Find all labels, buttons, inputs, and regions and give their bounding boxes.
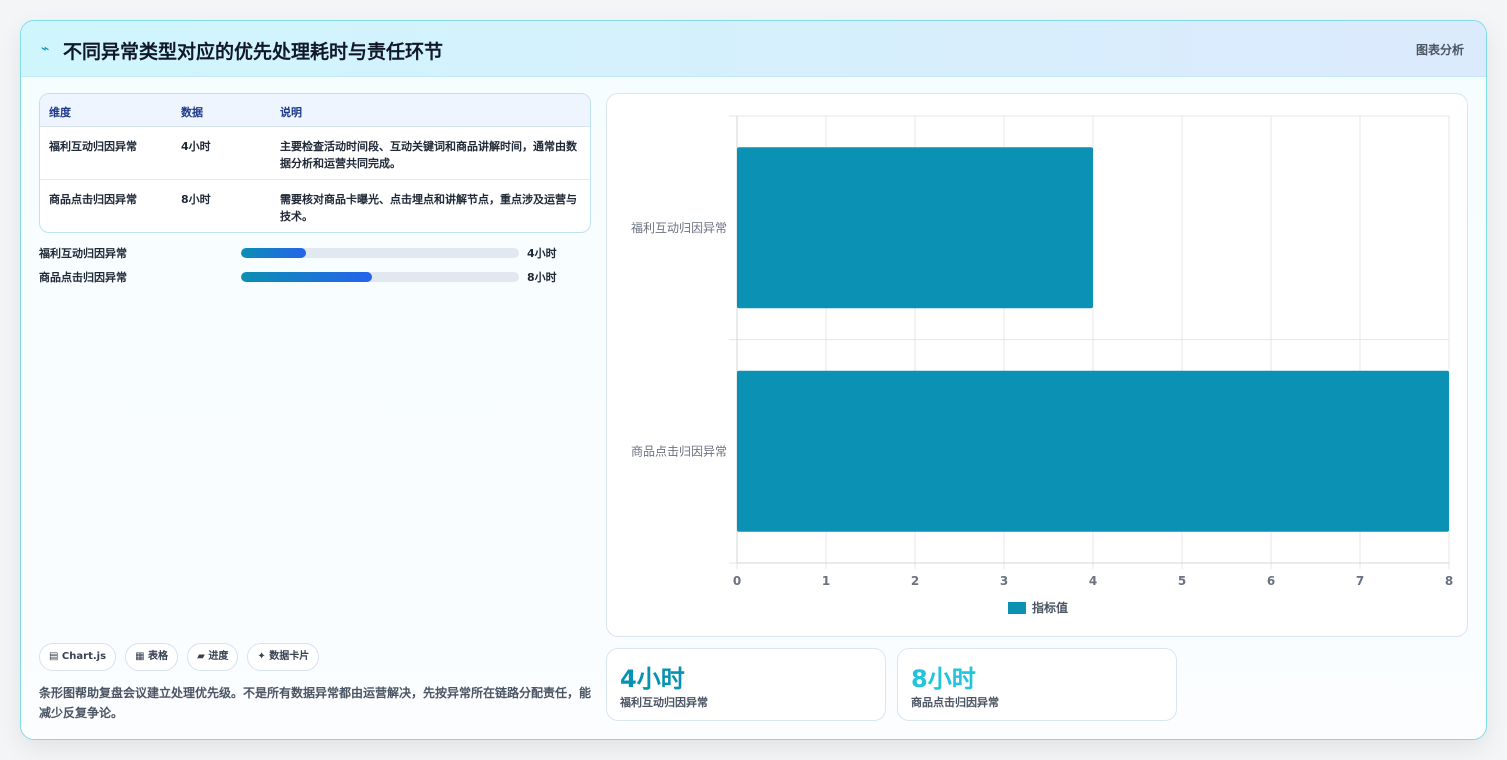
table-row: 商品点击归因异常 8小时 需要核对商品卡曝光、点击埋点和讲解节点，重点涉及运营与… — [40, 180, 590, 232]
summary-note: 条形图帮助复盘会议建立处理优先级。不是所有数据异常都由运营解决，先按异常所在链路… — [39, 686, 592, 720]
progress-label: 福利互动归因异常 — [39, 247, 127, 260]
table-header: 维度 数据 说明 — [40, 94, 590, 127]
chart-trend-icon: ⌁ — [41, 41, 50, 57]
table-cell-dimension: 福利互动归因异常 — [49, 140, 137, 153]
progress-fill — [241, 248, 307, 258]
y-tick-label: 商品点击归因异常 — [631, 443, 727, 458]
progress-row: 商品点击归因异常 8小时 — [39, 268, 569, 284]
y-tick-label: 福利互动归因异常 — [631, 220, 727, 235]
feature-chips: ▤ Chart.js ▦ 表格 ▰ 进度 ✦ 数据卡片 — [39, 643, 323, 671]
progress-track — [241, 272, 519, 282]
kpi-card: 4小时 福利互动归因异常 — [606, 648, 886, 721]
bar-chart-panel: 0 1 2 3 4 5 6 7 8 福利互动归因异常 商品点击归因异常指标值 — [606, 93, 1468, 637]
chip-table[interactable]: ▦ 表格 — [125, 643, 179, 671]
page-title: 不同异常类型对应的优先处理耗时与责任环节 — [63, 41, 444, 63]
progress-fill — [241, 272, 372, 282]
x-tick-label: 5 — [1178, 574, 1186, 588]
kpi-label: 福利互动归因异常 — [620, 696, 708, 709]
progress-value: 4小时 — [527, 247, 557, 260]
kpi-value: 8小时 — [911, 665, 976, 693]
x-tick-label: 7 — [1356, 574, 1364, 588]
header-tag: 图表分析 — [1415, 43, 1464, 57]
x-tick-label: 2 — [911, 574, 919, 588]
progress-value: 8小时 — [527, 271, 557, 284]
bar — [737, 147, 1093, 309]
progress-row: 福利互动归因异常 4小时 — [39, 244, 569, 260]
x-tick-label: 8 — [1445, 574, 1453, 588]
kpi-value: 4小时 — [620, 665, 685, 693]
kpi-label: 商品点击归因异常 — [911, 696, 999, 709]
progress-track — [241, 248, 519, 258]
legend-swatch — [1008, 602, 1026, 614]
card-header: ⌁ 不同异常类型对应的优先处理耗时与责任环节 图表分析 — [21, 21, 1486, 77]
chip-chartjs[interactable]: ▤ Chart.js — [39, 643, 117, 671]
column-header: 说明 — [280, 106, 302, 119]
table-cell-description: 需要核对商品卡曝光、点击埋点和讲解节点，重点涉及运营与技术。 — [280, 193, 577, 223]
legend-label: 指标值 — [1032, 600, 1068, 615]
table-cell-dimension: 商品点击归因异常 — [49, 193, 137, 206]
table-cell-description: 主要检查活动时间段、互动关键词和商品讲解时间，通常由数据分析和运营共同完成。 — [280, 140, 577, 170]
table-cell-value: 4小时 — [181, 140, 211, 153]
chip-data-card[interactable]: ✦ 数据卡片 — [247, 643, 320, 671]
x-tick-label: 3 — [1000, 574, 1008, 588]
bar — [737, 370, 1449, 532]
progress-label: 商品点击归因异常 — [39, 271, 127, 284]
chart-card: ⌁ 不同异常类型对应的优先处理耗时与责任环节 图表分析 维度 数据 说明 福利互… — [20, 20, 1487, 740]
x-tick-label: 0 — [733, 574, 741, 588]
chip-progress[interactable]: ▰ 进度 — [187, 643, 239, 671]
table-cell-value: 8小时 — [181, 193, 211, 206]
column-header: 维度 — [49, 106, 71, 119]
data-table: 维度 数据 说明 福利互动归因异常 4小时 主要检查活动时间段、互动关键词和商品… — [39, 93, 591, 233]
x-tick-label: 1 — [822, 574, 830, 588]
column-header: 数据 — [181, 106, 203, 119]
bar-chart: 0 1 2 3 4 5 6 7 8 福利互动归因异常商品点击归因异常指标值 — [631, 115, 1453, 615]
table-row: 福利互动归因异常 4小时 主要检查活动时间段、互动关键词和商品讲解时间，通常由数… — [40, 127, 590, 180]
kpi-card: 8小时 商品点击归因异常 — [897, 648, 1177, 721]
x-tick-label: 6 — [1267, 574, 1275, 588]
x-tick-label: 4 — [1089, 574, 1097, 588]
